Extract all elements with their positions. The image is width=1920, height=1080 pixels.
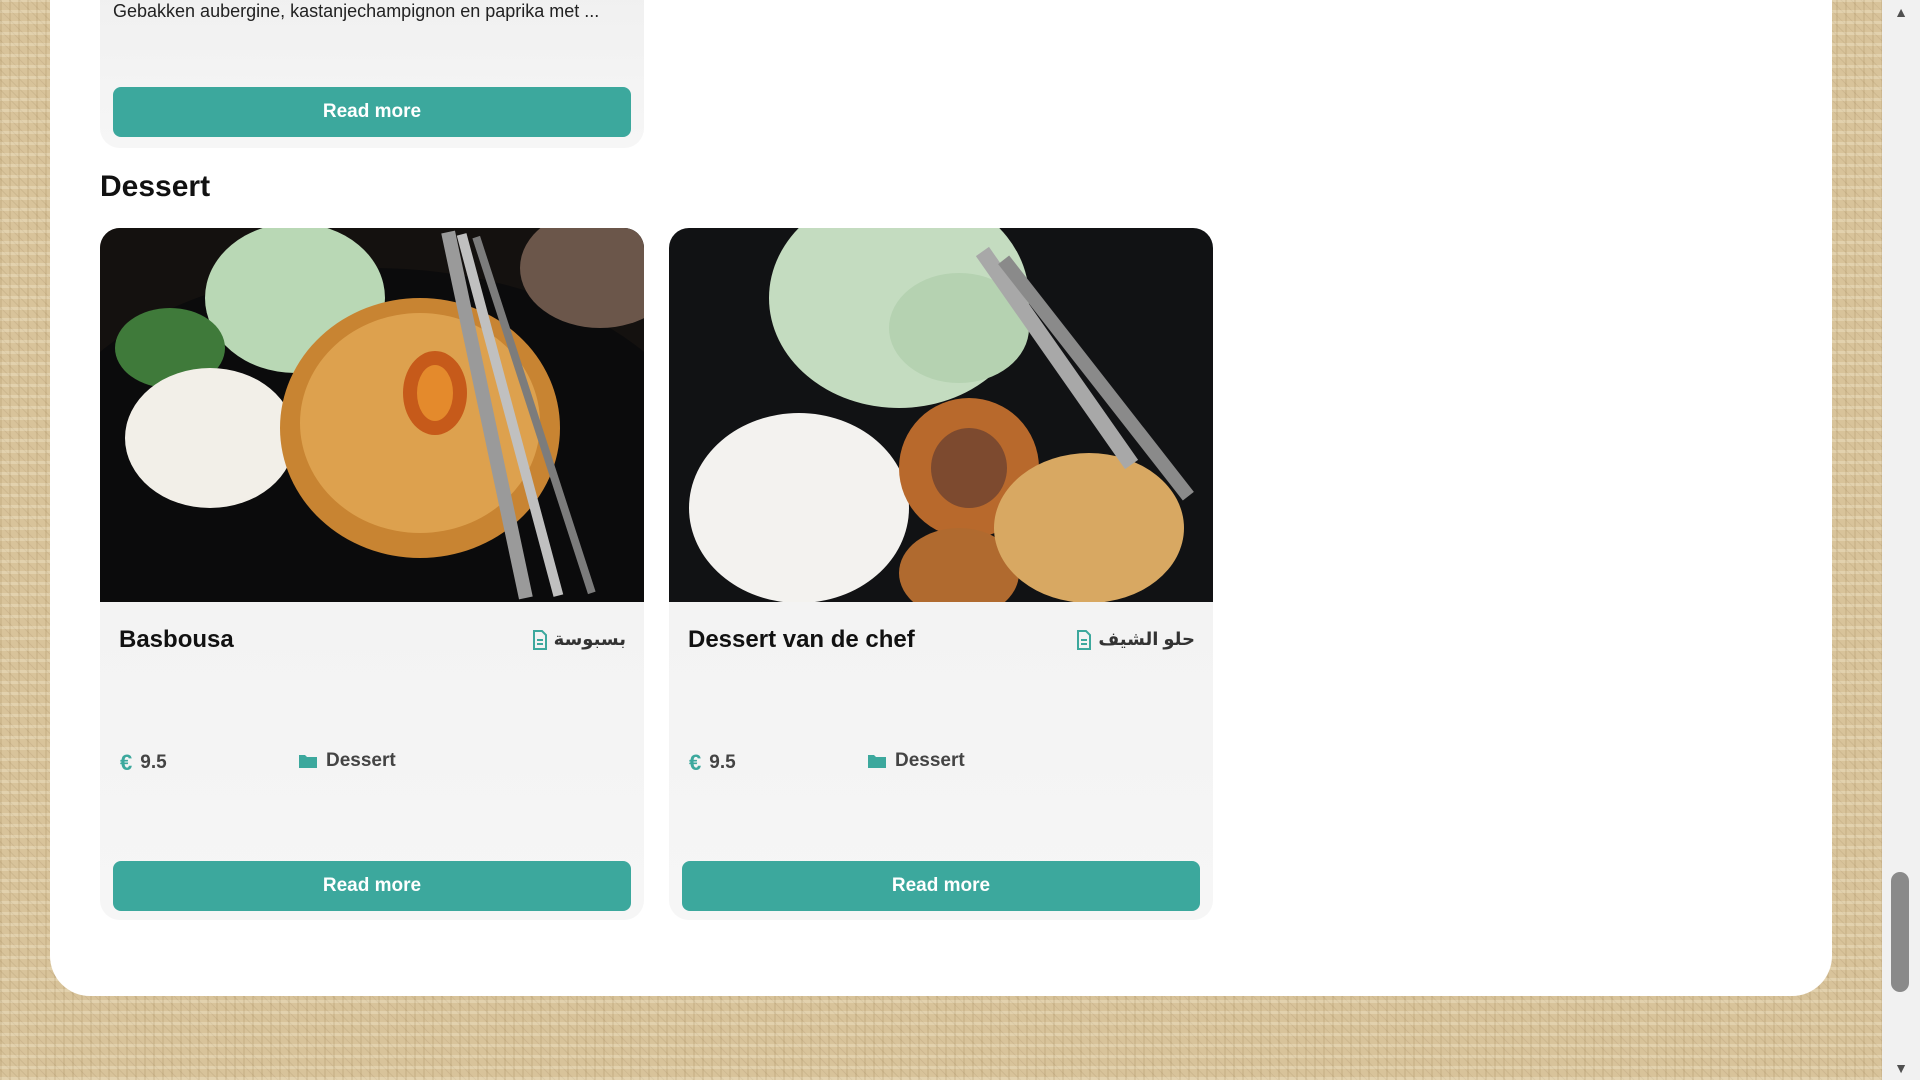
arabic-name-text: بسبوسة [553,629,626,649]
euro-icon: € [120,750,133,775]
read-more-button[interactable]: Read more [113,87,631,137]
menu-card-basbousa: Basbousa بسبوسة € 9.5 Dessert Read more [100,228,644,920]
menu-card-previous: Gebakken aubergine, kastanjechampignon e… [100,0,644,148]
section-title: Dessert [100,170,211,203]
scrollbar-thumb[interactable] [1891,872,1909,992]
folder-icon [298,753,318,769]
scroll-up-arrow-icon[interactable]: ▲ [1882,0,1920,24]
price-value: 9.5 [709,752,736,773]
dish-photo [669,228,1213,602]
document-icon [532,629,548,650]
dish-price: € 9.5 [689,750,736,776]
arabic-name-text: حلو الشيف [1098,629,1195,649]
dish-name: Dessert van de chef [688,626,915,653]
category-label: Dessert [895,750,965,771]
dish-name: Basbousa [119,626,234,653]
folder-icon [867,753,887,769]
read-more-button[interactable]: Read more [682,861,1200,911]
document-icon [1076,629,1092,650]
euro-icon: € [689,750,702,775]
dish-description: Gebakken aubergine, kastanjechampignon e… [113,1,600,21]
dish-category: Dessert [867,750,965,772]
arabic-name: بسبوسة [532,629,626,650]
arabic-name: حلو الشيف [1076,629,1195,650]
menu-card-dessert-van-de-chef: Dessert van de chef حلو الشيف € 9.5 Dess… [669,228,1213,920]
dish-category: Dessert [298,750,396,772]
dish-price: € 9.5 [120,750,167,776]
vertical-scrollbar[interactable]: ▲ ▼ [1882,0,1920,1080]
scroll-down-arrow-icon[interactable]: ▼ [1882,1056,1920,1080]
category-label: Dessert [326,750,396,771]
dish-photo [100,228,644,602]
read-more-button[interactable]: Read more [113,861,631,911]
price-value: 9.5 [140,752,167,773]
